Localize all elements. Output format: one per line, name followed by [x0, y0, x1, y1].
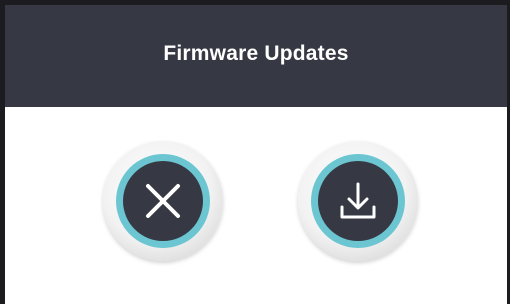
cancel-button[interactable]	[103, 141, 223, 261]
download-button[interactable]	[298, 141, 418, 261]
download-icon	[336, 179, 380, 223]
dialog-title: Firmware Updates	[163, 42, 349, 65]
cancel-button-core	[123, 161, 203, 241]
close-icon	[143, 181, 183, 221]
firmware-updates-dialog: Firmware Updates	[0, 0, 510, 304]
download-button-core	[318, 161, 398, 241]
dialog-header: Firmware Updates	[5, 5, 507, 107]
